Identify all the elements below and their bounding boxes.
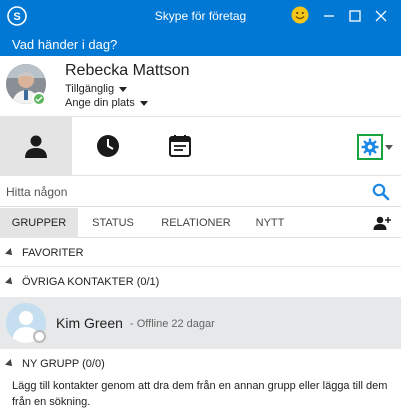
location-label: Ange din plats <box>65 97 135 109</box>
collapse-arrow-icon <box>5 277 15 287</box>
user-name: Rebecka Mattson <box>65 62 190 79</box>
contact-status: - Offline 22 dagar <box>130 318 215 330</box>
tab-meetings[interactable] <box>144 117 216 175</box>
tab-new[interactable]: NYTT <box>244 208 296 238</box>
chevron-down-icon <box>139 100 148 106</box>
tab-conversations[interactable] <box>72 117 144 175</box>
search-icon[interactable] <box>372 183 390 201</box>
clock-icon <box>97 135 119 157</box>
empty-group-hint: Lägg till kontakter genom att dra dem fr… <box>12 380 388 408</box>
location-dropdown[interactable]: Ange din plats <box>65 97 148 109</box>
settings-button[interactable] <box>357 134 383 160</box>
search-input[interactable] <box>6 182 366 202</box>
group-other-contacts[interactable]: ÖVRIGA KONTAKTER (0/1) <box>0 268 401 296</box>
contacts-icon <box>25 135 47 158</box>
group-label: NY GRUPP (0/0) <box>22 358 105 370</box>
status-dropdown[interactable]: Tillgänglig <box>65 83 128 95</box>
gear-icon <box>361 138 379 156</box>
status-label: Tillgänglig <box>65 83 115 95</box>
minimize-icon[interactable] <box>319 6 339 26</box>
calendar-icon <box>169 135 191 157</box>
group-new[interactable]: NY GRUPP (0/0) <box>0 350 401 378</box>
settings-dropdown-icon[interactable] <box>385 145 393 150</box>
tab-groups[interactable]: GRUPPER <box>0 208 78 238</box>
group-label: ÖVRIGA KONTAKTER (0/1) <box>22 276 160 288</box>
group-favorites[interactable]: FAVORITER <box>0 239 401 267</box>
window-title: Skype för företag <box>154 9 247 23</box>
presence-offline-icon <box>33 330 46 343</box>
maximize-icon[interactable] <box>345 6 365 26</box>
add-contact-icon[interactable] <box>373 215 391 231</box>
chevron-down-icon <box>119 86 128 92</box>
personal-note-field[interactable]: Vad händer i dag? <box>0 32 401 56</box>
tab-status[interactable]: STATUS <box>78 208 148 238</box>
contact-name: Kim Green <box>56 315 123 331</box>
search-bar <box>0 177 401 207</box>
tab-contacts[interactable] <box>0 117 72 175</box>
group-label: FAVORITER <box>22 246 84 259</box>
contact-row[interactable]: Kim Green - Offline 22 dagar <box>0 297 401 349</box>
presence-available-icon <box>32 92 46 106</box>
collapse-arrow-icon <box>5 359 15 369</box>
title-bar: S Skype för företag <box>0 0 401 32</box>
emoticon-icon[interactable] <box>291 6 309 24</box>
main-tabs <box>0 116 401 176</box>
tab-relations[interactable]: RELATIONER <box>148 208 244 238</box>
contact-view-tabs: GRUPPER STATUS RELATIONER NYTT <box>0 208 401 238</box>
collapse-arrow-icon <box>5 247 15 258</box>
close-icon[interactable] <box>371 6 391 26</box>
profile-header: Rebecka Mattson Tillgänglig Ange din pla… <box>0 56 401 116</box>
